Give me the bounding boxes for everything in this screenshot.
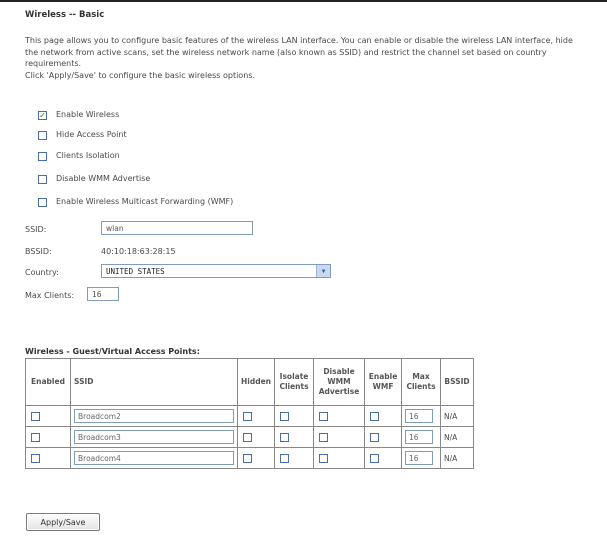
enable-wmf-checkbox[interactable] bbox=[370, 453, 380, 463]
enable-wireless-checkbox[interactable]: ✓ bbox=[38, 111, 47, 120]
hidden-checkbox[interactable] bbox=[243, 411, 252, 421]
disable-wmm-checkbox[interactable] bbox=[319, 411, 329, 421]
enabled-checkbox[interactable] bbox=[31, 432, 40, 442]
enable-wmf-label: Enable Wireless Multicast Forwarding (WM… bbox=[56, 197, 234, 206]
bssid-label: BSSID: bbox=[25, 247, 52, 256]
description-paragraph: This page allows you to configure basic … bbox=[25, 36, 573, 68]
ssid-cell-input[interactable]: Broadcom2 bbox=[74, 409, 234, 423]
country-selected-value: UNITED STATES bbox=[106, 267, 165, 276]
table-row: Broadcom4 16 N/A bbox=[25, 447, 475, 469]
hidden-checkbox[interactable] bbox=[243, 432, 252, 442]
ssid-cell-input[interactable]: Broadcom3 bbox=[74, 430, 234, 444]
enable-wmf-checkbox[interactable] bbox=[370, 432, 380, 442]
guest-section-title: Wireless - Guest/Virtual Access Points: bbox=[25, 347, 200, 356]
table-header-row: Enabled SSID Hidden Isolate Clients Disa… bbox=[25, 358, 475, 406]
ssid-input[interactable]: wlan bbox=[101, 221, 253, 235]
bssid-value: 40:10:18:63:28:15 bbox=[101, 247, 176, 256]
max-clients-cell-input[interactable]: 16 bbox=[405, 409, 434, 423]
col-bssid: BSSID bbox=[440, 358, 475, 406]
enabled-checkbox[interactable] bbox=[31, 411, 40, 421]
hide-access-point-label: Hide Access Point bbox=[56, 130, 127, 139]
bssid-cell: N/A bbox=[440, 447, 475, 469]
country-select[interactable]: UNITED STATES ▼ bbox=[101, 264, 331, 278]
description-instruction: Click 'Apply/Save' to configure the basi… bbox=[25, 70, 255, 80]
isolate-clients-checkbox[interactable] bbox=[280, 411, 290, 421]
hidden-checkbox[interactable] bbox=[243, 453, 252, 463]
page-description: This page allows you to configure basic … bbox=[25, 35, 585, 81]
disable-wmm-checkbox[interactable] bbox=[38, 175, 47, 184]
top-rule bbox=[0, 0, 607, 2]
isolate-clients-checkbox[interactable] bbox=[280, 432, 290, 442]
guest-ap-table: Enabled SSID Hidden Isolate Clients Disa… bbox=[25, 358, 475, 469]
col-enable-wmf: Enable WMF bbox=[364, 358, 403, 406]
country-label: Country: bbox=[25, 268, 59, 277]
col-isolate-clients: Isolate Clients bbox=[274, 358, 315, 406]
clients-isolation-checkbox[interactable] bbox=[38, 152, 47, 161]
col-ssid: SSID bbox=[70, 358, 238, 406]
bssid-cell: N/A bbox=[440, 426, 475, 448]
ssid-label: SSID: bbox=[25, 225, 47, 234]
table-row: Broadcom2 16 N/A bbox=[25, 405, 475, 427]
apply-save-button[interactable]: Apply/Save bbox=[26, 513, 100, 531]
ssid-cell-input[interactable]: Broadcom4 bbox=[74, 451, 234, 465]
enable-wireless-label: Enable Wireless bbox=[56, 110, 120, 119]
col-disable-wmm: Disable WMM Advertise bbox=[313, 358, 366, 406]
enable-wmf-checkbox[interactable] bbox=[38, 198, 47, 207]
disable-wmm-label: Disable WMM Advertise bbox=[56, 174, 151, 183]
col-enabled: Enabled bbox=[25, 358, 71, 406]
disable-wmm-checkbox[interactable] bbox=[319, 453, 329, 463]
enabled-checkbox[interactable] bbox=[31, 453, 40, 463]
max-clients-input[interactable]: 16 bbox=[87, 287, 119, 301]
clients-isolation-label: Clients Isolation bbox=[56, 151, 120, 160]
table-row: Broadcom3 16 N/A bbox=[25, 426, 475, 448]
max-clients-cell-input[interactable]: 16 bbox=[405, 451, 434, 465]
disable-wmm-checkbox[interactable] bbox=[319, 432, 329, 442]
enable-wmf-checkbox[interactable] bbox=[370, 411, 380, 421]
col-max-clients: Max Clients bbox=[401, 358, 442, 406]
chevron-down-icon[interactable]: ▼ bbox=[316, 265, 330, 277]
max-clients-label: Max Clients: bbox=[25, 291, 75, 300]
hide-access-point-checkbox[interactable] bbox=[38, 131, 47, 140]
bssid-cell: N/A bbox=[440, 405, 475, 427]
isolate-clients-checkbox[interactable] bbox=[280, 453, 290, 463]
page-title: Wireless -- Basic bbox=[25, 10, 105, 20]
max-clients-cell-input[interactable]: 16 bbox=[405, 430, 434, 444]
col-hidden: Hidden bbox=[236, 358, 276, 406]
